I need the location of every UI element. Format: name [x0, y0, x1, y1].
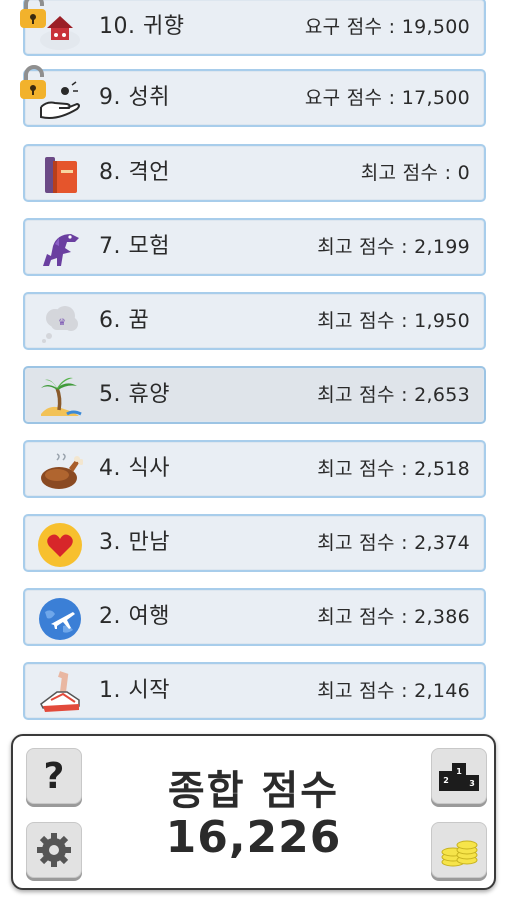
- level-card-2[interactable]: 2. 여행 최고 점수 : 2,386: [23, 588, 486, 646]
- level-list: 10. 귀향 요구 점수 : 19,500 9. 성취 요구 점수 : 17,5…: [0, 0, 507, 730]
- level-name: 7. 모험: [99, 234, 170, 259]
- level-score: 요구 점수 : 19,500: [304, 16, 470, 38]
- level-name: 3. 만남: [99, 530, 170, 555]
- level-card-9[interactable]: 9. 성취 요구 점수 : 17,500: [20, 65, 486, 127]
- level-name: 6. 꿈: [99, 308, 150, 333]
- level-score: 최고 점수 : 2,653: [317, 384, 470, 406]
- level-name: 2. 여행: [99, 604, 170, 629]
- level-name: 8. 격언: [99, 160, 170, 185]
- level-card-6[interactable]: ♛ 6. 꿈 최고 점수 : 1,950: [23, 292, 486, 350]
- level-card-1[interactable]: 1. 시작 최고 점수 : 2,146: [23, 662, 486, 720]
- total-score-label: 종합 점수: [167, 768, 340, 814]
- level-name: 1. 시작: [99, 678, 170, 703]
- level-card-7[interactable]: 7. 모험 최고 점수 : 2,199: [23, 218, 486, 276]
- total-score-panel: ? 종합 점수 16,226 2 1 3: [11, 734, 496, 890]
- level-score: 최고 점수 : 2,374: [317, 532, 470, 554]
- dragon-icon: [37, 226, 83, 272]
- level-name: 10. 귀향: [99, 14, 185, 39]
- coins-icon: [441, 840, 478, 867]
- podium-icon: 2 1 3: [439, 763, 479, 791]
- heart-icon: [37, 522, 83, 568]
- level-name: 9. 성취: [99, 85, 170, 110]
- level-score: 최고 점수 : 2,146: [317, 680, 470, 702]
- level-score: 최고 점수 : 2,518: [317, 458, 470, 480]
- svg-text:♛: ♛: [58, 318, 66, 328]
- roast-chicken-icon: [37, 448, 83, 494]
- book-icon: [37, 152, 83, 198]
- palm-island-icon: [37, 374, 83, 420]
- running-shoe-icon: [37, 670, 83, 716]
- level-card-10[interactable]: 10. 귀향 요구 점수 : 19,500: [20, 0, 486, 56]
- level-score: 최고 점수 : 0: [360, 162, 470, 184]
- leaderboard-button[interactable]: 2 1 3: [431, 748, 487, 804]
- coins-button[interactable]: [431, 822, 487, 878]
- lock-icon: [17, 65, 51, 101]
- level-card-4[interactable]: 4. 식사 최고 점수 : 2,518: [23, 440, 486, 498]
- level-name: 4. 식사: [99, 456, 170, 481]
- level-score: 최고 점수 : 2,199: [317, 236, 470, 258]
- level-score: 요구 점수 : 17,500: [304, 87, 470, 109]
- level-score: 최고 점수 : 1,950: [317, 310, 470, 332]
- total-score-value: 16,226: [165, 812, 342, 863]
- level-card-3[interactable]: 3. 만남 최고 점수 : 2,374: [23, 514, 486, 572]
- lock-icon: [17, 0, 51, 30]
- level-score: 최고 점수 : 2,386: [317, 606, 470, 628]
- level-name: 5. 휴양: [99, 382, 170, 407]
- podium-label-2: 2: [443, 776, 449, 785]
- dream-cloud-icon: ♛: [37, 300, 83, 346]
- podium-label-3: 3: [469, 779, 475, 788]
- podium-label-1: 1: [456, 767, 462, 776]
- globe-plane-icon: [37, 596, 83, 642]
- level-card-5[interactable]: 5. 휴양 최고 점수 : 2,653: [23, 366, 486, 424]
- level-card-8[interactable]: 8. 격언 최고 점수 : 0: [23, 144, 486, 202]
